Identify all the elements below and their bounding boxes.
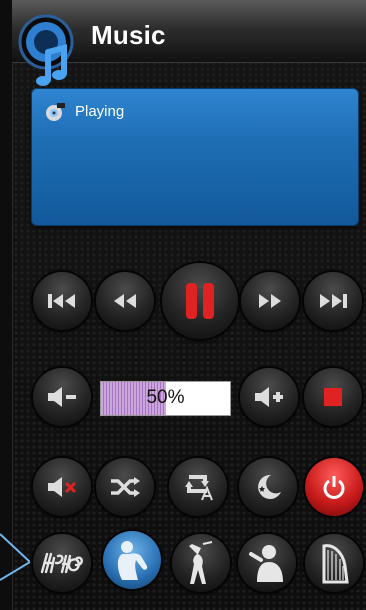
sleep-timer-icon <box>258 474 281 499</box>
volume-down-button[interactable] <box>33 368 91 426</box>
pause-icon <box>186 283 214 319</box>
hiphop-genre-button[interactable] <box>33 534 91 592</box>
power-button[interactable] <box>305 458 363 516</box>
rewind-icon <box>114 294 136 308</box>
classical-genre-icon <box>322 544 349 584</box>
repeat-a-button[interactable] <box>169 458 227 516</box>
pop-genre-button[interactable] <box>172 534 230 592</box>
shuffle-button[interactable] <box>96 458 154 516</box>
sleep-timer-button[interactable] <box>239 458 297 516</box>
volume-up-button[interactable] <box>240 368 298 426</box>
fast-forward-button[interactable] <box>241 272 299 330</box>
page-title: Music <box>91 20 166 50</box>
mute-button[interactable] <box>33 458 91 516</box>
pointer-arrow-icon <box>0 533 30 581</box>
stop-button[interactable] <box>304 368 362 426</box>
volume-up-icon <box>255 387 283 407</box>
skip-previous-icon <box>48 294 75 308</box>
hiphop-genre-icon <box>40 552 83 574</box>
vocal-genre-button[interactable] <box>238 534 296 592</box>
vocal-genre-icon <box>249 545 283 582</box>
pause-button[interactable] <box>162 263 238 339</box>
power-icon <box>323 476 345 499</box>
rewind-button[interactable] <box>96 272 154 330</box>
stop-icon <box>324 388 342 406</box>
volume-down-icon <box>48 387 76 407</box>
skip-previous-button[interactable] <box>33 272 91 330</box>
volume-slider[interactable]: 50% <box>100 381 231 416</box>
shuffle-icon <box>111 477 140 497</box>
disc-icon <box>46 103 65 121</box>
repeat-a-icon <box>185 475 213 501</box>
skip-next-icon <box>320 294 347 308</box>
jazz-genre-button[interactable] <box>103 531 161 589</box>
skip-next-button[interactable] <box>304 272 362 330</box>
volume-value: 50% <box>146 387 185 408</box>
pop-genre-icon <box>189 541 213 584</box>
mute-icon <box>48 477 77 497</box>
classical-genre-button[interactable] <box>305 534 363 592</box>
playback-status: Playing <box>75 103 125 120</box>
jazz-genre-icon <box>117 541 148 580</box>
music-note-logo-icon <box>18 14 74 86</box>
fast-forward-icon <box>259 294 281 308</box>
